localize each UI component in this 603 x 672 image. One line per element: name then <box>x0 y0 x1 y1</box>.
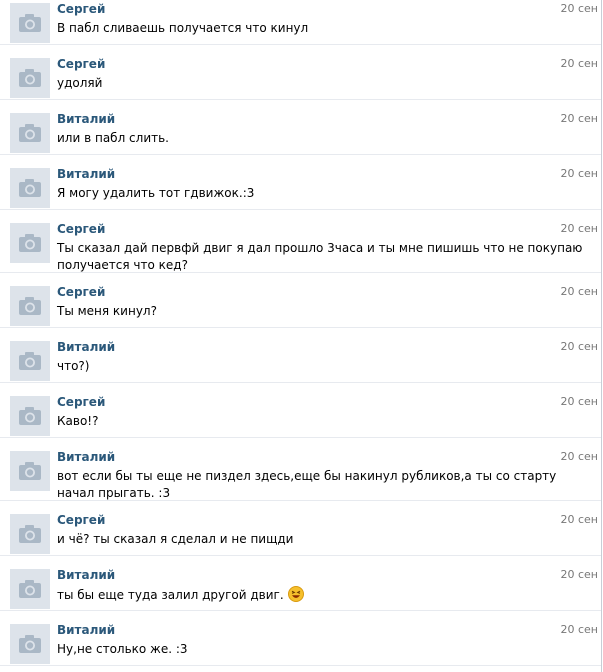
message-date[interactable]: 20 сен <box>560 167 598 180</box>
avatar[interactable] <box>10 58 50 98</box>
camera-icon <box>10 451 50 491</box>
message-text-content: ты бы еще туда залил другой двиг. <box>57 588 284 602</box>
camera-icon <box>10 341 50 381</box>
message-text: ты бы еще туда залил другой двиг. <box>57 586 597 604</box>
camera-icon <box>10 569 50 609</box>
message-text-content: В пабл сливаешь получается что кинул <box>57 21 309 35</box>
message-date[interactable]: 20 сен <box>560 222 598 235</box>
author-name[interactable]: Сергей <box>57 2 105 16</box>
avatar[interactable] <box>10 624 50 664</box>
message-text: В пабл сливаешь получается что кинул <box>57 20 597 37</box>
message-date[interactable]: 20 сен <box>560 285 598 298</box>
message-text-content: Ты меня кинул? <box>57 304 157 318</box>
author-name[interactable]: Виталий <box>57 340 115 354</box>
author-name[interactable]: Сергей <box>57 513 105 527</box>
camera-icon <box>10 113 50 153</box>
message-date[interactable]: 20 сен <box>560 513 598 526</box>
message-text-content: вот если бы ты еще не пиздел здесь,еще б… <box>57 469 557 500</box>
message-date[interactable]: 20 сен <box>560 2 598 15</box>
avatar[interactable] <box>10 341 50 381</box>
message-date[interactable]: 20 сен <box>560 623 598 636</box>
author-name[interactable]: Виталий <box>57 450 115 464</box>
author-name[interactable]: Виталий <box>57 568 115 582</box>
message-list: Сергей 20 сен В пабл сливаешь получается ч… <box>0 0 601 666</box>
message-text: Ты меня кинул? <box>57 303 597 320</box>
author-name[interactable]: Виталий <box>57 167 115 181</box>
message-text-content: удоляй <box>57 76 103 90</box>
message-date[interactable]: 20 сен <box>560 57 598 70</box>
message-date[interactable]: 20 сен <box>560 568 598 581</box>
message-date[interactable]: 20 сен <box>560 340 598 353</box>
camera-icon <box>10 223 50 263</box>
message-date[interactable]: 20 сен <box>560 450 598 463</box>
avatar[interactable] <box>10 514 50 554</box>
camera-icon <box>10 58 50 98</box>
message-item: Виталий 20 сен Ну,не столько же. :3 <box>0 611 601 666</box>
message-item: Виталий 20 сен или в пабл слить. <box>0 100 601 155</box>
laughing-smiley-icon <box>287 586 304 602</box>
message-item: Сергей 20 сен В пабл сливаешь получается ч… <box>0 0 601 45</box>
message-text-content: Каво!? <box>57 414 99 428</box>
message-item: Сергей 20 сен Ты меня кинул? <box>0 273 601 328</box>
author-name[interactable]: Виталий <box>57 112 115 126</box>
message-date[interactable]: 20 сен <box>560 395 598 408</box>
message-item: Виталий 20 сен что?) <box>0 328 601 383</box>
message-item: Виталий 20 сен ты бы еще туда залил другой… <box>0 556 601 611</box>
message-text: удоляй <box>57 75 597 92</box>
message-item: Виталий 20 сен вот если бы ты еще не пизде… <box>0 438 601 501</box>
avatar[interactable] <box>10 113 50 153</box>
message-text: Каво!? <box>57 413 597 430</box>
message-item: Сергей 20 сен Ты сказал дай первфй двиг я … <box>0 210 601 273</box>
message-text: что?) <box>57 358 597 375</box>
author-name[interactable]: Сергей <box>57 395 105 409</box>
author-name[interactable]: Виталий <box>57 623 115 637</box>
message-text: Ну,не столько же. :3 <box>57 641 597 658</box>
message-text-content: Я могу удалить тот гдвижок.:3 <box>57 186 255 200</box>
camera-icon <box>10 286 50 326</box>
message-history: Сергей 20 сен В пабл сливаешь получается ч… <box>0 0 602 672</box>
message-text-content: что?) <box>57 359 90 373</box>
message-text: или в пабл слить. <box>57 130 597 147</box>
message-date[interactable]: 20 сен <box>560 112 598 125</box>
avatar[interactable] <box>10 168 50 208</box>
message-text-content: и чё? ты сказал я сделал и не пищди <box>57 532 294 546</box>
message-text-content: Ну,не столько же. :3 <box>57 642 188 656</box>
author-name[interactable]: Сергей <box>57 222 105 236</box>
camera-icon <box>10 396 50 436</box>
author-name[interactable]: Сергей <box>57 285 105 299</box>
message-text: вот если бы ты еще не пиздел здесь,еще б… <box>57 468 597 502</box>
avatar[interactable] <box>10 223 50 263</box>
avatar[interactable] <box>10 396 50 436</box>
message-item: Сергей 20 сен и чё? ты сказал я сделал и н… <box>0 501 601 556</box>
message-text: и чё? ты сказал я сделал и не пищди <box>57 531 597 548</box>
avatar[interactable] <box>10 3 50 43</box>
camera-icon <box>10 3 50 43</box>
camera-icon <box>10 514 50 554</box>
avatar[interactable] <box>10 286 50 326</box>
message-text-content: или в пабл слить. <box>57 131 169 145</box>
message-text-content: Ты сказал дай первфй двиг я дал прошло 3… <box>57 241 583 272</box>
message-item: Виталий 20 сен Я могу удалить тот гдвижок.… <box>0 155 601 210</box>
camera-icon <box>10 168 50 208</box>
camera-icon <box>10 624 50 664</box>
message-item: Сергей 20 сен Каво!? <box>0 383 601 438</box>
message-text: Ты сказал дай первфй двиг я дал прошло 3… <box>57 240 597 274</box>
message-item: Сергей 20 сен удоляй <box>0 45 601 100</box>
avatar[interactable] <box>10 569 50 609</box>
message-text: Я могу удалить тот гдвижок.:3 <box>57 185 597 202</box>
avatar[interactable] <box>10 451 50 491</box>
author-name[interactable]: Сергей <box>57 57 105 71</box>
